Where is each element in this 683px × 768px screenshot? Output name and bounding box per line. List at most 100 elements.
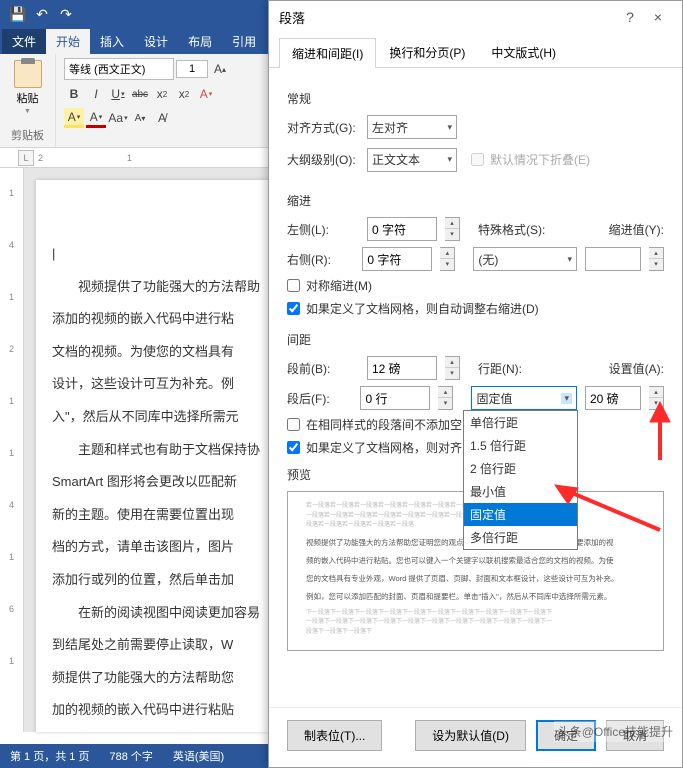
right-indent-spinner[interactable]: ▴▾: [440, 247, 455, 271]
annotation-arrow-icon: [620, 400, 680, 475]
font-name-combo[interactable]: 等线 (西文正文): [64, 58, 174, 80]
redo-icon[interactable]: ↷: [54, 2, 78, 26]
superscript-button[interactable]: x2: [174, 84, 194, 104]
paragraph: 主题和样式也有助于文档保持协: [52, 436, 276, 465]
paragraph: 视频提供了功能强大的方法帮助: [52, 273, 276, 302]
strike-button[interactable]: abc: [130, 84, 150, 104]
tab-design[interactable]: 设计: [134, 29, 178, 54]
tab-reference[interactable]: 引用: [222, 29, 266, 54]
tab-insert[interactable]: 插入: [90, 29, 134, 54]
dialog-tabs: 缩进和间距(I) 换行和分页(P) 中文版式(H): [269, 33, 682, 68]
right-indent-label: 右侧(R):: [287, 251, 354, 268]
font-size-combo[interactable]: 1: [176, 60, 208, 78]
dialog-title: 段落: [279, 8, 616, 27]
font-color-button[interactable]: A▾: [86, 108, 106, 128]
collapsed-checkbox: [471, 153, 484, 166]
grid-indent-checkbox[interactable]: [287, 302, 300, 315]
grid-space-checkbox[interactable]: [287, 441, 300, 454]
paragraph: 档的方式，请单击该图片，图片: [52, 533, 276, 562]
vertical-ruler: 14 12 11 41 61: [0, 168, 24, 732]
after-spinner[interactable]: ▴▾: [438, 386, 453, 410]
word-count[interactable]: 788 个字: [109, 748, 152, 764]
nospace-checkbox[interactable]: [287, 418, 300, 431]
paragraph: 文档的视频。为使您的文档具有: [52, 338, 276, 367]
tabs-button[interactable]: 制表位(T)...: [287, 720, 382, 751]
clear-format-button[interactable]: A̸: [152, 108, 172, 128]
paragraph: 入"，然后从不同库中选择所需元: [52, 403, 276, 432]
left-indent-spinner[interactable]: ▴▾: [445, 217, 460, 241]
by-indent-spinner[interactable]: ▴▾: [649, 247, 664, 271]
help-button[interactable]: ?: [616, 9, 644, 25]
outline-label: 大纲级别(O):: [287, 151, 359, 168]
dialog-body: 常规 对齐方式(G): 左对齐▾ 大纲级别(O): 正文文本▾ 默认情况下折叠(…: [269, 68, 682, 707]
paragraph: 在新的阅读视图中阅读更加容易: [52, 599, 276, 628]
grid-space-label: 如果定义了文档网格，则对齐到: [306, 439, 474, 456]
change-case-button[interactable]: Aa▾: [108, 108, 128, 128]
section-general: 常规: [287, 90, 664, 107]
tab-selector[interactable]: L: [18, 150, 34, 166]
watermark: 头条@Office技能提升: [554, 721, 677, 742]
at-label: 设置值(A):: [609, 360, 664, 377]
before-label: 段前(B):: [287, 360, 359, 377]
left-indent-label: 左侧(L):: [287, 221, 359, 238]
highlight-button[interactable]: A▾: [64, 108, 84, 128]
section-indent: 缩进: [287, 192, 664, 209]
before-spinner[interactable]: ▴▾: [445, 356, 460, 380]
page-indicator[interactable]: 第 1 页，共 1 页: [10, 748, 89, 764]
paragraph: 加的视频的嵌入代码中进行粘贴: [52, 696, 276, 725]
cursor: |: [52, 240, 276, 269]
clipboard-group: 粘贴 ▼ 剪贴板: [0, 54, 56, 147]
after-input[interactable]: [360, 386, 430, 410]
grid-indent-label: 如果定义了文档网格，则自动调整右缩进(D): [306, 300, 539, 317]
clipboard-icon: [14, 60, 42, 88]
right-indent-input[interactable]: [362, 247, 432, 271]
by-indent-input[interactable]: [585, 247, 641, 271]
language-indicator[interactable]: 英语(美国): [173, 748, 224, 764]
grow-font-button[interactable]: A▴: [210, 59, 230, 79]
undo-icon[interactable]: ↶: [30, 2, 54, 26]
subscript-button[interactable]: x2: [152, 84, 172, 104]
bold-button[interactable]: B: [64, 84, 84, 104]
mirror-indent-checkbox[interactable]: [287, 279, 300, 292]
linespacing-label: 行距(N):: [478, 360, 522, 377]
paste-button[interactable]: 粘贴 ▼: [4, 56, 51, 119]
paste-label: 粘贴: [17, 90, 39, 106]
underline-button[interactable]: U▾: [108, 84, 128, 104]
tab-home[interactable]: 开始: [46, 29, 90, 54]
set-default-button[interactable]: 设为默认值(D): [415, 720, 526, 751]
special-indent-select[interactable]: (无)▾: [473, 247, 577, 271]
tab-layout[interactable]: 布局: [178, 29, 222, 54]
before-input[interactable]: [367, 356, 437, 380]
tab-line-page-breaks[interactable]: 换行和分页(P): [376, 37, 478, 67]
section-spacing: 间距: [287, 331, 664, 348]
paragraph-dialog: 段落 ? × 缩进和间距(I) 换行和分页(P) 中文版式(H) 常规 对齐方式…: [268, 0, 683, 768]
save-icon[interactable]: 💾: [6, 2, 30, 26]
dialog-titlebar: 段落 ? ×: [269, 1, 682, 33]
tab-indent-spacing[interactable]: 缩进和间距(I): [279, 38, 376, 68]
tab-file[interactable]: 文件: [2, 29, 46, 54]
special-indent-label: 特殊格式(S):: [478, 221, 545, 238]
after-label: 段后(F):: [287, 390, 352, 407]
paragraph: 添加行或列的位置，然后单击加: [52, 566, 276, 595]
tab-asian-typography[interactable]: 中文版式(H): [478, 37, 569, 67]
annotation-arrow-icon: [550, 480, 670, 545]
document-page[interactable]: | 视频提供了功能强大的方法帮助 添加的视频的嵌入代码中进行粘 文档的视频。为使…: [36, 180, 276, 732]
outline-select[interactable]: 正文文本▾: [367, 148, 457, 172]
clipboard-group-label: 剪贴板: [4, 125, 51, 145]
alignment-select[interactable]: 左对齐▾: [367, 115, 457, 139]
linespacing-option-1-5[interactable]: 1.5 倍行距: [464, 434, 577, 457]
linespacing-option-single[interactable]: 单倍行距: [464, 411, 577, 434]
left-indent-input[interactable]: [367, 217, 437, 241]
italic-button[interactable]: I: [86, 84, 106, 104]
text-effects-button[interactable]: A▾: [196, 84, 216, 104]
by-indent-label: 缩进值(Y):: [609, 221, 664, 238]
linespacing-select[interactable]: 固定值▾: [471, 386, 577, 410]
linespacing-option-double[interactable]: 2 倍行距: [464, 457, 577, 480]
close-button[interactable]: ×: [644, 9, 672, 25]
collapsed-label: 默认情况下折叠(E): [490, 151, 590, 168]
paragraph: 设计，这些设计可互为补充。例: [52, 370, 276, 399]
paragraph: 频提供了功能强大的方法帮助您: [52, 664, 276, 693]
mirror-indent-label: 对称缩进(M): [306, 277, 372, 294]
shrink-font-button[interactable]: A▾: [130, 108, 150, 128]
nospace-label: 在相同样式的段落间不添加空: [306, 416, 462, 433]
